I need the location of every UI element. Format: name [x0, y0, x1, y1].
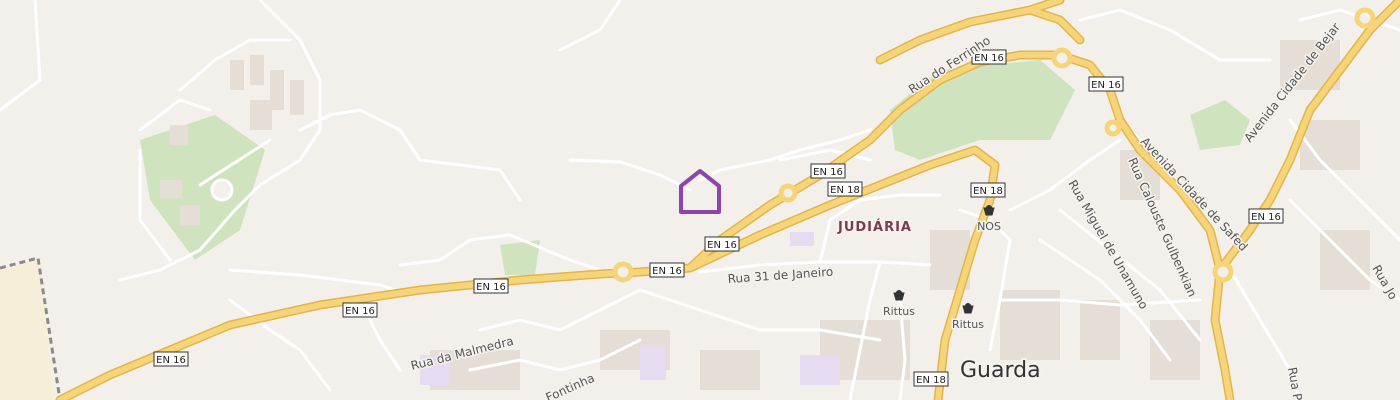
road-shield-label: EN 16 [707, 240, 737, 251]
road-shield: EN 18 [913, 371, 949, 387]
road-shield: EN 18 [970, 182, 1006, 198]
poi-label: NOS [977, 220, 1001, 233]
poi-label: Rittus [952, 318, 984, 331]
poi-label: Rittus [883, 305, 915, 318]
road-shield-label: EN 16 [1251, 212, 1281, 223]
road-shield: EN 16 [810, 163, 846, 179]
road-shield-label: EN 18 [916, 375, 946, 386]
road-shield-label: EN 16 [974, 53, 1004, 64]
campus-roundabout [210, 178, 234, 202]
city-label[interactable]: Guarda [958, 356, 1043, 385]
road-shield: EN 16 [704, 236, 740, 252]
road-shield: EN 16 [649, 262, 685, 278]
road-shield: EN 16 [153, 351, 189, 367]
road-shield-label: EN 18 [973, 186, 1003, 197]
map-view[interactable]: EN 16 EN 16 EN 16 EN 16 EN 16 EN 16 EN 1… [0, 0, 1400, 400]
road-shield: EN 16 [1088, 76, 1124, 92]
road-shield-label: EN 16 [813, 167, 843, 178]
road-shield: EN 16 [342, 302, 378, 318]
map-canvas[interactable]: EN 16 EN 16 EN 16 EN 16 EN 16 EN 16 EN 1… [0, 0, 1400, 400]
road-shield-label: EN 16 [476, 282, 506, 293]
road-shield-label: EN 16 [345, 306, 375, 317]
road-shield: EN 18 [827, 181, 863, 197]
road-shield-label: EN 16 [1091, 80, 1121, 91]
road-shield-label: EN 16 [156, 355, 186, 366]
road-shield-label: EN 18 [830, 185, 860, 196]
road-shield-label: EN 16 [652, 266, 682, 277]
district-label: JUDIÁRIA [837, 219, 912, 235]
road-shield: EN 16 [1248, 208, 1284, 224]
road-shield: EN 16 [473, 278, 509, 294]
